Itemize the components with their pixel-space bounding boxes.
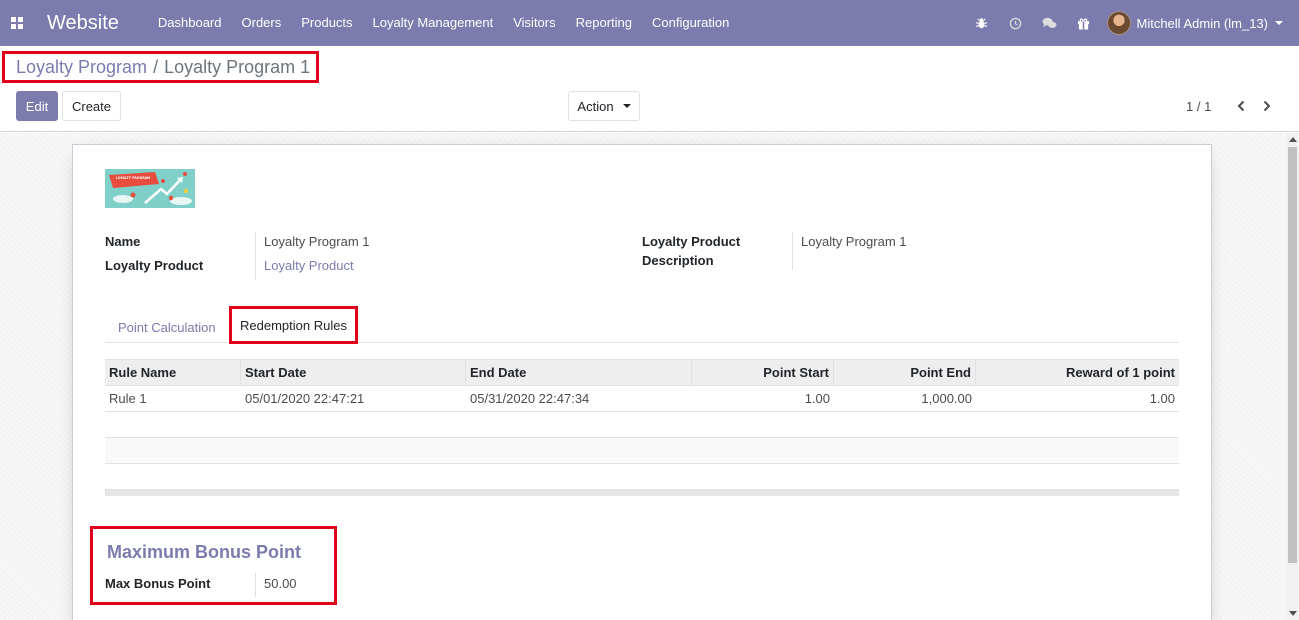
menu-dashboard[interactable]: Dashboard [148, 0, 232, 46]
empty-table-row [105, 438, 1179, 464]
cell-point-end: 1,000.00 [921, 391, 972, 406]
menu-visitors[interactable]: Visitors [503, 0, 565, 46]
loyalty-product-description-value: Loyalty Program 1 [801, 234, 907, 249]
breadcrumb-parent-link[interactable]: Loyalty Program [16, 57, 147, 78]
cell-point-start: 1.00 [804, 391, 830, 406]
vertical-scrollbar[interactable] [1286, 133, 1299, 620]
systray: Mitchell Admin (lm_13) [965, 0, 1299, 46]
tab-point-calculation[interactable]: Point Calculation [118, 311, 216, 343]
column-start-date[interactable]: Start Date [241, 360, 466, 386]
apps-menu-icon[interactable] [0, 0, 34, 46]
breadcrumb-current: Loyalty Program 1 [164, 56, 311, 77]
name-value: Loyalty Program 1 [264, 234, 370, 249]
messaging-comments-icon[interactable] [1033, 0, 1067, 46]
pager-next-icon[interactable] [1259, 98, 1275, 114]
menu-products[interactable]: Products [291, 0, 362, 46]
empty-table-row [105, 464, 1179, 490]
pager-value[interactable]: 1 / 1 [1186, 99, 1211, 114]
tab-redemption-rules[interactable]: Redemption Rules [229, 306, 358, 344]
user-avatar [1106, 11, 1131, 35]
menu-reporting[interactable]: Reporting [566, 0, 642, 46]
menu-configuration[interactable]: Configuration [642, 0, 739, 46]
form-view-background: LOYALTY PROGRAM Name Loyalty Program 1 L… [0, 133, 1286, 620]
loyalty-product-description-label-line1: Loyalty Product [642, 234, 741, 249]
redemption-rules-table: Rule Name Start Date End Date Point Star… [105, 359, 1179, 496]
create-button[interactable]: Create [62, 91, 121, 121]
notebook-tabs: Point Calculation Redemption Rules [105, 306, 1179, 344]
top-navbar: Website Dashboard Orders Products Loyalt… [0, 0, 1299, 46]
column-point-start[interactable]: Point Start [692, 360, 834, 386]
form-sheet: LOYALTY PROGRAM Name Loyalty Program 1 L… [72, 144, 1212, 620]
field-separator [792, 232, 793, 270]
max-bonus-section: Maximum Bonus Point Max Bonus Point 50.0… [90, 526, 337, 605]
user-menu[interactable]: Mitchell Admin (lm_13) [1101, 0, 1299, 46]
name-label: Name [105, 234, 141, 249]
scroll-up-arrow-icon[interactable] [1289, 137, 1297, 142]
loyalty-product-label: Loyalty Product [105, 258, 204, 273]
loyalty-product-link[interactable]: Loyalty Product [264, 258, 354, 273]
breadcrumb-separator: / [153, 56, 159, 77]
scroll-down-arrow-icon[interactable] [1289, 611, 1297, 616]
image-banner-text: LOYALTY PROGRAM [116, 176, 150, 180]
table-row[interactable]: Rule 1 05/01/2020 22:47:21 05/31/2020 22… [105, 386, 1179, 412]
edit-button[interactable]: Edit [16, 91, 58, 121]
max-bonus-value: 50.00 [264, 576, 297, 591]
field-separator [255, 573, 256, 597]
debug-bug-icon[interactable] [965, 0, 999, 46]
chevron-down-icon [1275, 21, 1283, 25]
loyalty-product-description-label-line2: Description [642, 253, 714, 268]
menu-loyalty-management[interactable]: Loyalty Management [363, 0, 504, 46]
breadcrumb: Loyalty Program / Loyalty Program 1 [2, 51, 319, 83]
user-name: Mitchell Admin (lm_13) [1136, 15, 1269, 31]
column-point-end[interactable]: Point End [834, 360, 976, 386]
chevron-down-icon [622, 104, 631, 108]
control-panel: Loyalty Program / Loyalty Program 1 Edit… [0, 46, 1299, 132]
loyalty-program-image[interactable]: LOYALTY PROGRAM [105, 169, 195, 208]
activity-clock-icon[interactable] [999, 0, 1033, 46]
cell-end-date: 05/31/2020 22:47:34 [470, 391, 590, 406]
column-rule-name[interactable]: Rule Name [105, 360, 241, 386]
main-menu: Dashboard Orders Products Loyalty Manage… [148, 0, 739, 46]
cell-rule-name: Rule 1 [109, 391, 147, 406]
max-bonus-title: Maximum Bonus Point [107, 542, 302, 562]
field-separator [255, 232, 256, 280]
empty-table-row [105, 412, 1179, 438]
column-end-date[interactable]: End Date [466, 360, 692, 386]
scroll-thumb[interactable] [1288, 147, 1297, 563]
gift-icon[interactable] [1067, 0, 1101, 46]
app-brand[interactable]: Website [47, 12, 119, 35]
pager-previous-icon[interactable] [1233, 98, 1249, 114]
action-dropdown-button[interactable]: Action [568, 91, 640, 121]
action-label: Action [577, 98, 614, 114]
column-reward-of-1-point[interactable]: Reward of 1 point [976, 360, 1179, 386]
cell-reward: 1.00 [1149, 391, 1175, 406]
menu-orders[interactable]: Orders [232, 0, 292, 46]
cell-start-date: 05/01/2020 22:47:21 [245, 391, 365, 406]
max-bonus-label: Max Bonus Point [105, 576, 211, 591]
table-header: Rule Name Start Date End Date Point Star… [105, 359, 1179, 386]
table-footer [105, 490, 1179, 496]
